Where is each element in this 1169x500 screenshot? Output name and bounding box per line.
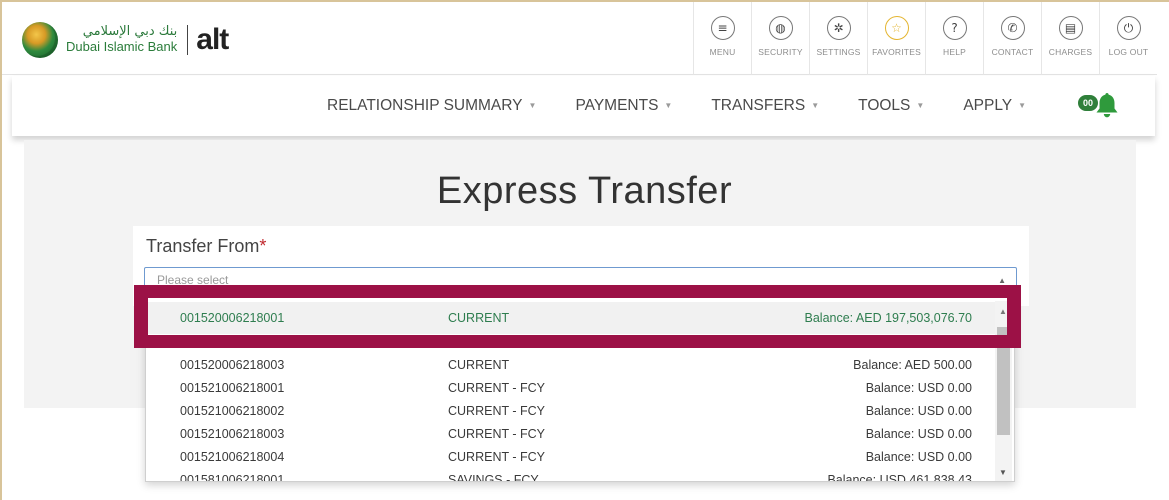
- bank-name: بنك دبي الإسلامي Dubai Islamic Bank: [66, 24, 178, 55]
- chevron-down-icon: ▼: [528, 101, 537, 111]
- phone-icon: ✆: [1000, 16, 1025, 40]
- contact-label: CONTACT: [991, 47, 1034, 57]
- account-balance: Balance: AED 197,503,076.70: [804, 311, 973, 325]
- logo-divider: [187, 25, 189, 55]
- scroll-down-arrow-icon[interactable]: ▼: [999, 468, 1007, 477]
- transfer-from-label: Transfer From*: [146, 236, 266, 257]
- account-balance: Balance: USD 0.00: [865, 381, 972, 395]
- account-option[interactable]: 001520006218001 CURRENT Balance: AED 197…: [146, 302, 996, 334]
- select-placeholder: Please select: [157, 273, 229, 287]
- transfer-from-text: Transfer From: [146, 236, 260, 256]
- settings-label: SETTINGS: [816, 47, 861, 57]
- bank-logo[interactable]: بنك دبي الإسلامي Dubai Islamic Bank alt: [22, 20, 229, 60]
- nav-menu: RELATIONSHIP SUMMARY ▼ PAYMENTS ▼ TRANSFER…: [327, 76, 1065, 136]
- contact-button[interactable]: ✆ CONTACT: [983, 2, 1041, 75]
- nav-transfers[interactable]: TRANSFERS ▼: [711, 97, 819, 115]
- nav-relationship-summary[interactable]: RELATIONSHIP SUMMARY ▼: [327, 97, 536, 115]
- account-balance: Balance: USD 0.00: [865, 404, 972, 418]
- nav-label: TOOLS: [858, 97, 911, 114]
- account-option[interactable]: 001581006218001 SAVINGS - FCY Balance: U…: [146, 469, 996, 482]
- account-type: CURRENT - FCY: [448, 450, 545, 464]
- page-title: Express Transfer: [436, 170, 733, 212]
- header-toolbar: ≡ MENU ◍ SECURITY ✲ SETTINGS ☆ FAVORITES…: [693, 2, 1157, 75]
- nav-label: TRANSFERS: [711, 97, 806, 114]
- account-type: CURRENT - FCY: [448, 381, 545, 395]
- top-header: بنك دبي الإسلامي Dubai Islamic Bank alt …: [2, 2, 1157, 75]
- account-type: CURRENT: [448, 311, 510, 325]
- main-nav: RELATIONSHIP SUMMARY ▼ PAYMENTS ▼ TRANSFER…: [12, 76, 1155, 136]
- settings-button[interactable]: ✲ SETTINGS: [809, 2, 867, 75]
- help-label: HELP: [942, 47, 966, 57]
- account-balance: Balance: USD 0.00: [865, 427, 972, 441]
- chevron-down-icon: ▼: [664, 101, 673, 111]
- menu-button[interactable]: ≡ MENU: [693, 2, 751, 75]
- account-type: SAVINGS - FCY: [448, 473, 539, 482]
- account-number: 001521006218002: [180, 404, 285, 418]
- bank-name-arabic: بنك دبي الإسلامي: [82, 24, 178, 40]
- nav-payments[interactable]: PAYMENTS ▼: [575, 97, 672, 115]
- chevron-down-icon: ▼: [1018, 101, 1027, 111]
- charges-label: CHARGES: [1048, 47, 1093, 57]
- account-balance: Balance: AED 500.00: [853, 358, 972, 372]
- logout-label: LOG OUT: [1108, 47, 1149, 57]
- required-mark: *: [259, 236, 267, 256]
- account-number: 001521006218001: [180, 381, 285, 395]
- help-button[interactable]: ? HELP: [925, 2, 983, 75]
- account-option[interactable]: 001521006218004 CURRENT - FCY Balance: U…: [146, 446, 996, 468]
- notifications-button[interactable]: 00: [1077, 90, 1127, 122]
- charges-icon: ▤: [1058, 16, 1083, 40]
- help-icon: ?: [942, 16, 967, 40]
- dropdown-scrollbar[interactable]: ▲ ▼: [995, 301, 1012, 481]
- account-dropdown-list: 001520006218001 CURRENT Balance: AED 197…: [145, 296, 1015, 482]
- account-balance: Balance: USD 461,838.43: [827, 473, 972, 482]
- favorites-label: FAVORITES: [872, 47, 921, 57]
- nav-label: RELATIONSHIP SUMMARY: [327, 97, 523, 114]
- nav-tools[interactable]: TOOLS ▼: [858, 97, 924, 115]
- favorites-button[interactable]: ☆ FAVORITES: [867, 2, 925, 75]
- account-option[interactable]: 001521006218002 CURRENT - FCY Balance: U…: [146, 400, 996, 422]
- account-number: 001520006218001: [180, 311, 285, 325]
- scroll-up-arrow-icon[interactable]: ▲: [999, 307, 1007, 316]
- scrollbar-thumb[interactable]: [997, 327, 1010, 435]
- power-icon: ⏻: [1116, 16, 1141, 40]
- account-number: 001520006218003: [180, 358, 285, 372]
- account-balance: Balance: USD 0.00: [865, 450, 972, 464]
- menu-icon: ≡: [710, 16, 735, 40]
- account-type: CURRENT: [448, 358, 510, 372]
- account-option[interactable]: 001521006218003 CURRENT - FCY Balance: U…: [146, 423, 996, 445]
- transfer-from-select[interactable]: Please select ▲: [144, 267, 1017, 293]
- bank-name-english: Dubai Islamic Bank: [66, 39, 178, 54]
- nav-apply[interactable]: APPLY ▼: [963, 97, 1026, 115]
- star-icon: ☆: [884, 16, 909, 40]
- security-label: SECURITY: [758, 47, 803, 57]
- account-number: 001521006218004: [180, 450, 285, 464]
- security-icon: ◍: [768, 16, 793, 40]
- globe-logo-icon: [22, 22, 58, 58]
- charges-button[interactable]: ▤ CHARGES: [1041, 2, 1099, 75]
- alt-brand-logo: alt: [196, 23, 229, 56]
- account-type: CURRENT - FCY: [448, 427, 545, 441]
- nav-label: APPLY: [963, 97, 1013, 114]
- chevron-down-icon: ▲: [998, 276, 1006, 285]
- nav-label: PAYMENTS: [575, 97, 659, 114]
- menu-label: MENU: [709, 47, 736, 57]
- transfer-form: Transfer From* Please select ▲: [133, 226, 1029, 306]
- notification-count-badge: 00: [1077, 94, 1099, 112]
- account-option[interactable]: 001520006218003 CURRENT Balance: AED 500…: [146, 354, 996, 376]
- chevron-down-icon: ▼: [811, 101, 820, 111]
- account-number: 001521006218003: [180, 427, 285, 441]
- settings-icon: ✲: [826, 16, 851, 40]
- chevron-down-icon: ▼: [916, 101, 925, 111]
- account-option[interactable]: 001521006218001 CURRENT - FCY Balance: U…: [146, 377, 996, 399]
- account-type: CURRENT - FCY: [448, 404, 545, 418]
- account-number: 001581006218001: [180, 473, 285, 482]
- security-button[interactable]: ◍ SECURITY: [751, 2, 809, 75]
- logout-button[interactable]: ⏻ LOG OUT: [1099, 2, 1157, 75]
